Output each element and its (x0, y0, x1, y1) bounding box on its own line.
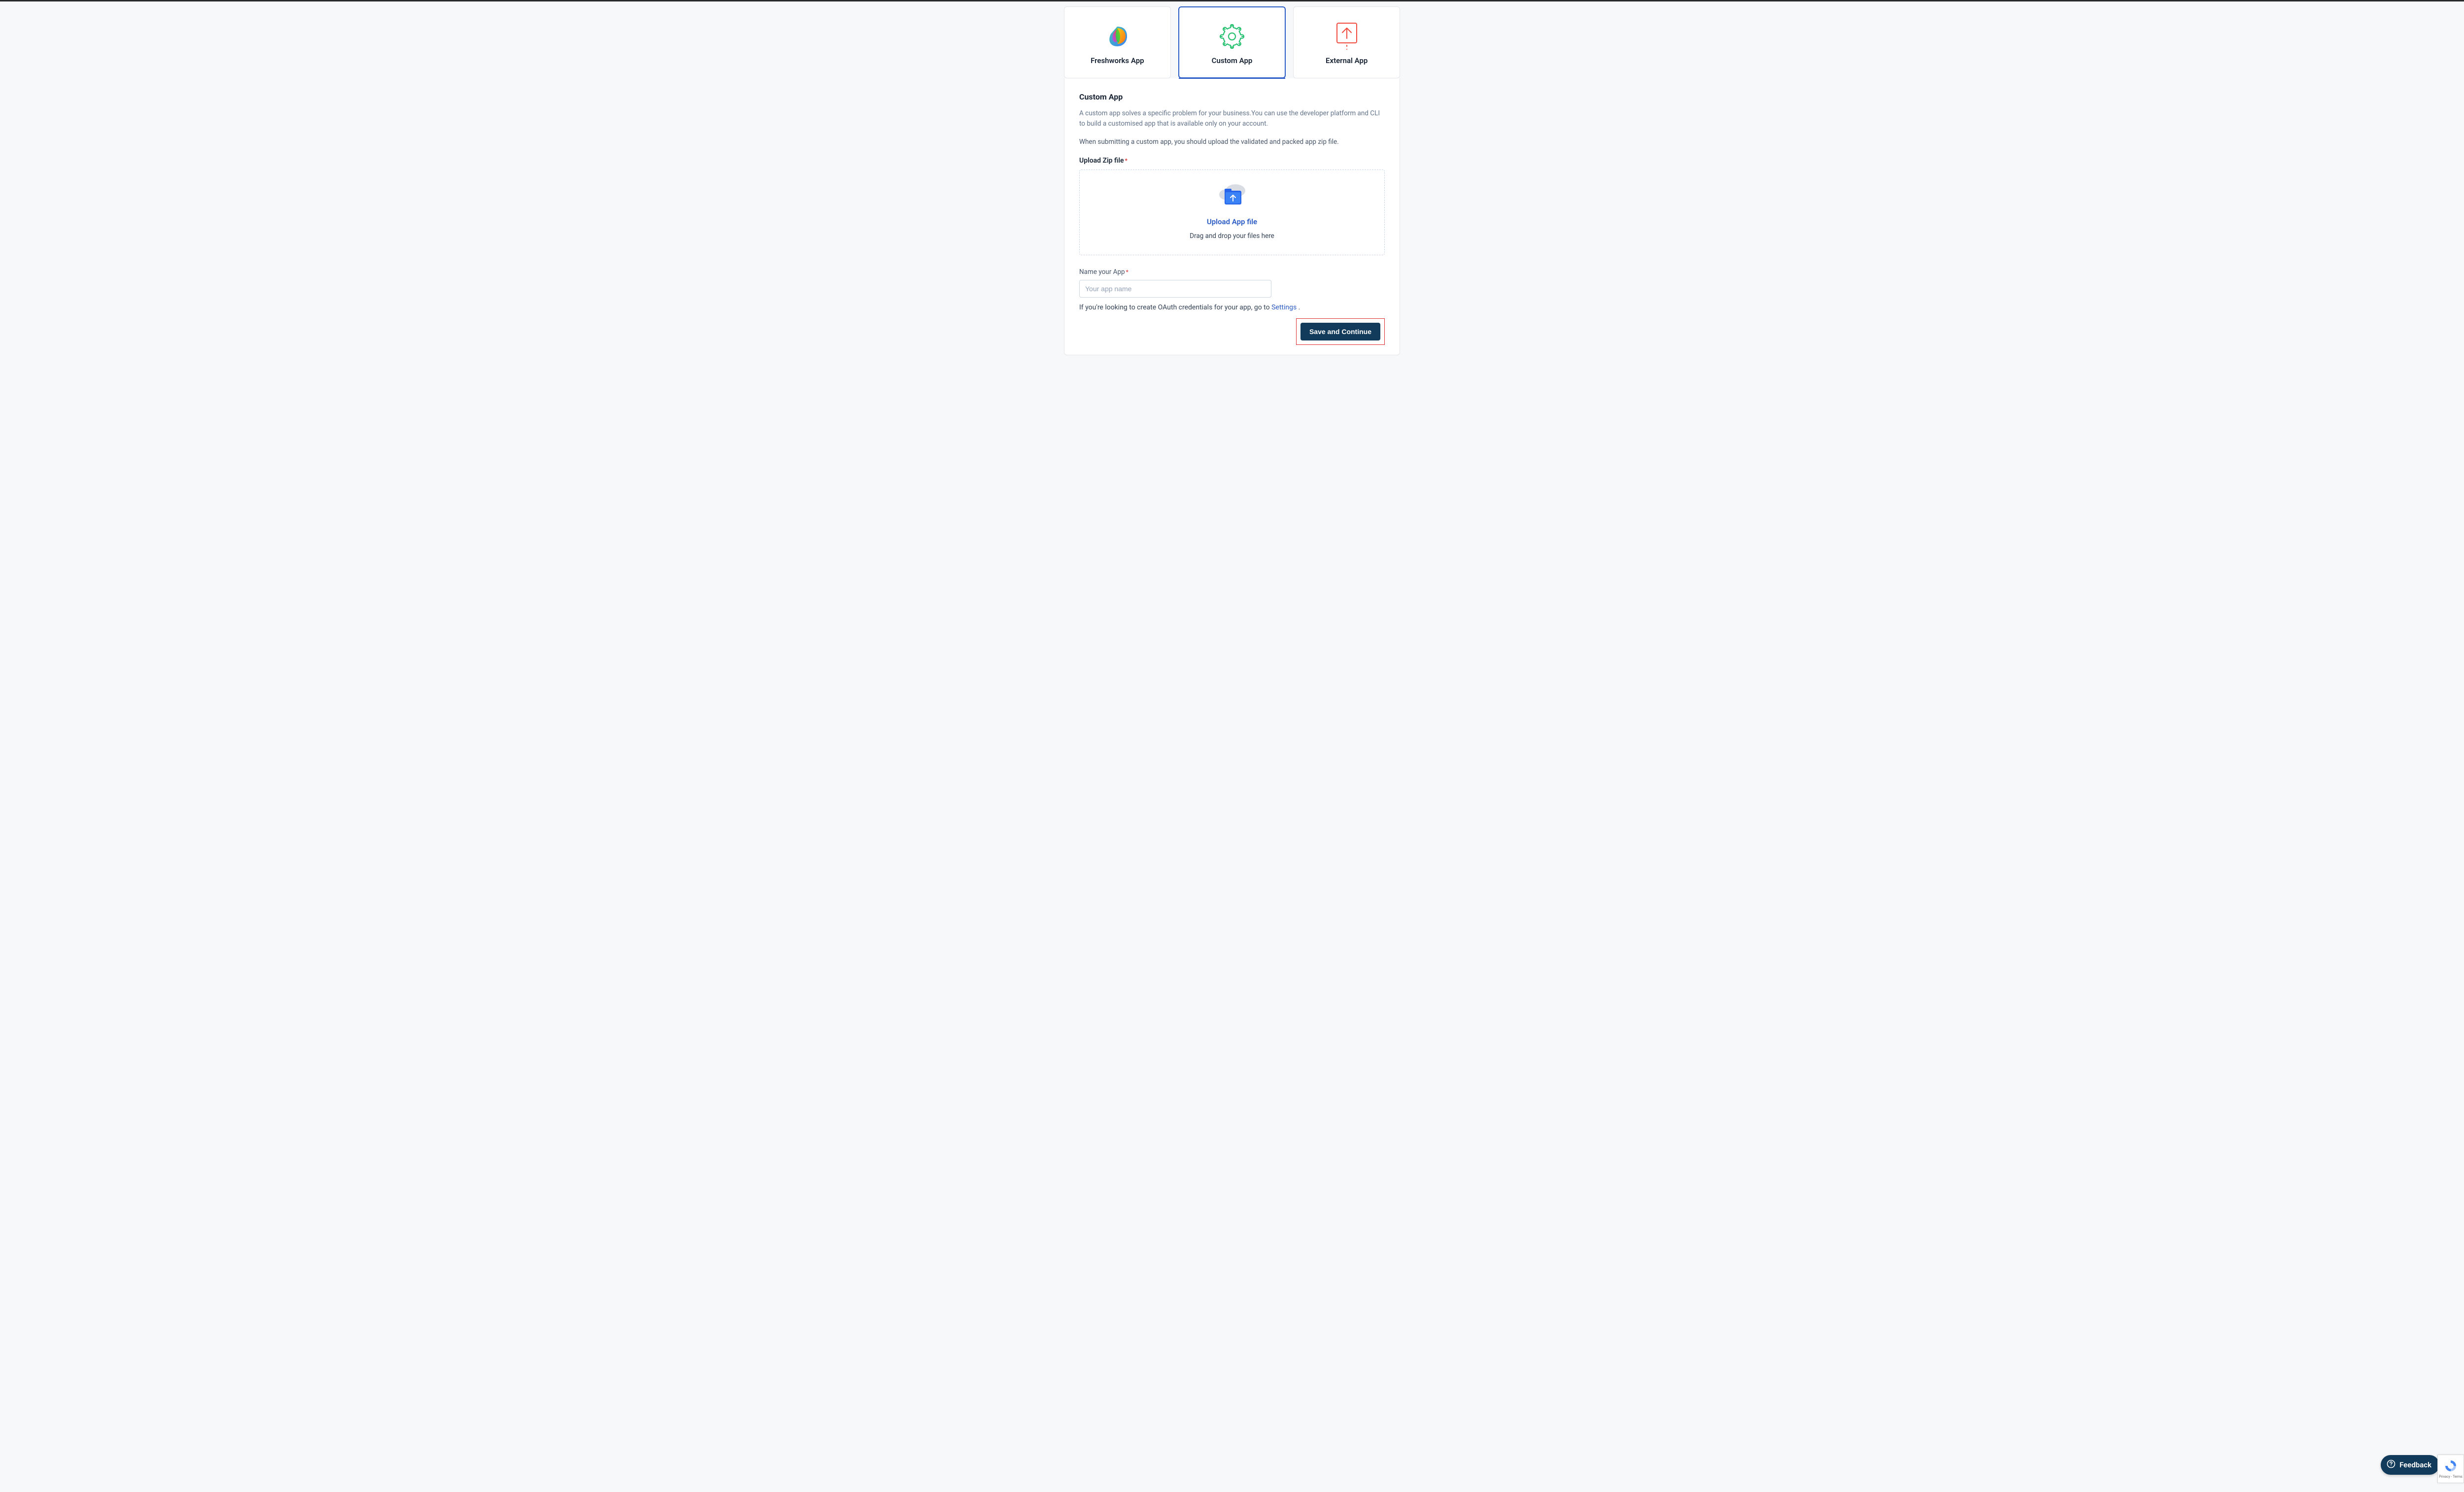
upload-title: Upload App file (1207, 217, 1257, 226)
tab-external-app[interactable]: External App (1293, 6, 1400, 78)
tab-freshworks-app[interactable]: Freshworks App (1064, 6, 1171, 78)
feedback-button[interactable]: Feedback (2381, 1455, 2439, 1475)
upload-zip-label: Upload Zip file* (1079, 157, 1385, 165)
panel-description-2: When submitting a custom app, you should… (1079, 138, 1385, 146)
required-asterisk: * (1125, 157, 1128, 164)
oauth-hint-suffix: . (1297, 304, 1300, 311)
app-name-input[interactable] (1079, 280, 1271, 298)
action-row: Save and Continue (1079, 318, 1385, 345)
required-asterisk: * (1126, 269, 1129, 275)
save-button-highlight: Save and Continue (1296, 318, 1385, 345)
oauth-hint: If you're looking to create OAuth creden… (1079, 304, 1385, 311)
recaptcha-privacy-terms: Privacy - Terms (2439, 1475, 2463, 1479)
name-your-app-label-text: Name your App (1079, 268, 1125, 276)
oauth-hint-prefix: If you're looking to create OAuth creden… (1079, 304, 1271, 311)
help-circle-icon (2387, 1459, 2396, 1470)
panel-title: Custom App (1079, 92, 1385, 102)
custom-app-panel: Custom App A custom app solves a specifi… (1064, 78, 1400, 355)
tab-external-label: External App (1326, 56, 1368, 65)
upload-dropzone[interactable]: Upload App file Drag and drop your files… (1079, 170, 1385, 255)
upload-zip-label-text: Upload Zip file (1079, 157, 1124, 165)
recaptcha-icon (2444, 1459, 2457, 1474)
gear-icon (1219, 22, 1245, 51)
recaptcha-badge[interactable]: Privacy - Terms (2437, 1455, 2464, 1483)
upload-subtitle: Drag and drop your files here (1190, 232, 1274, 240)
freshworks-logo-icon (1105, 22, 1129, 51)
name-your-app-label: Name your App* (1079, 268, 1385, 276)
upload-arrow-icon (1334, 22, 1360, 51)
tab-freshworks-label: Freshworks App (1091, 56, 1144, 65)
save-and-continue-button[interactable]: Save and Continue (1300, 323, 1380, 340)
feedback-label: Feedback (2399, 1460, 2431, 1469)
upload-folder-icon (1216, 184, 1248, 210)
tab-custom-app[interactable]: Custom App (1178, 6, 1286, 78)
tab-custom-label: Custom App (1212, 56, 1253, 65)
tab-indicator (1179, 78, 1286, 79)
app-type-tabs: Freshworks App Custom App (1064, 6, 1400, 78)
panel-description-1: A custom app solves a specific problem f… (1079, 108, 1385, 129)
settings-link[interactable]: Settings (1271, 304, 1297, 311)
